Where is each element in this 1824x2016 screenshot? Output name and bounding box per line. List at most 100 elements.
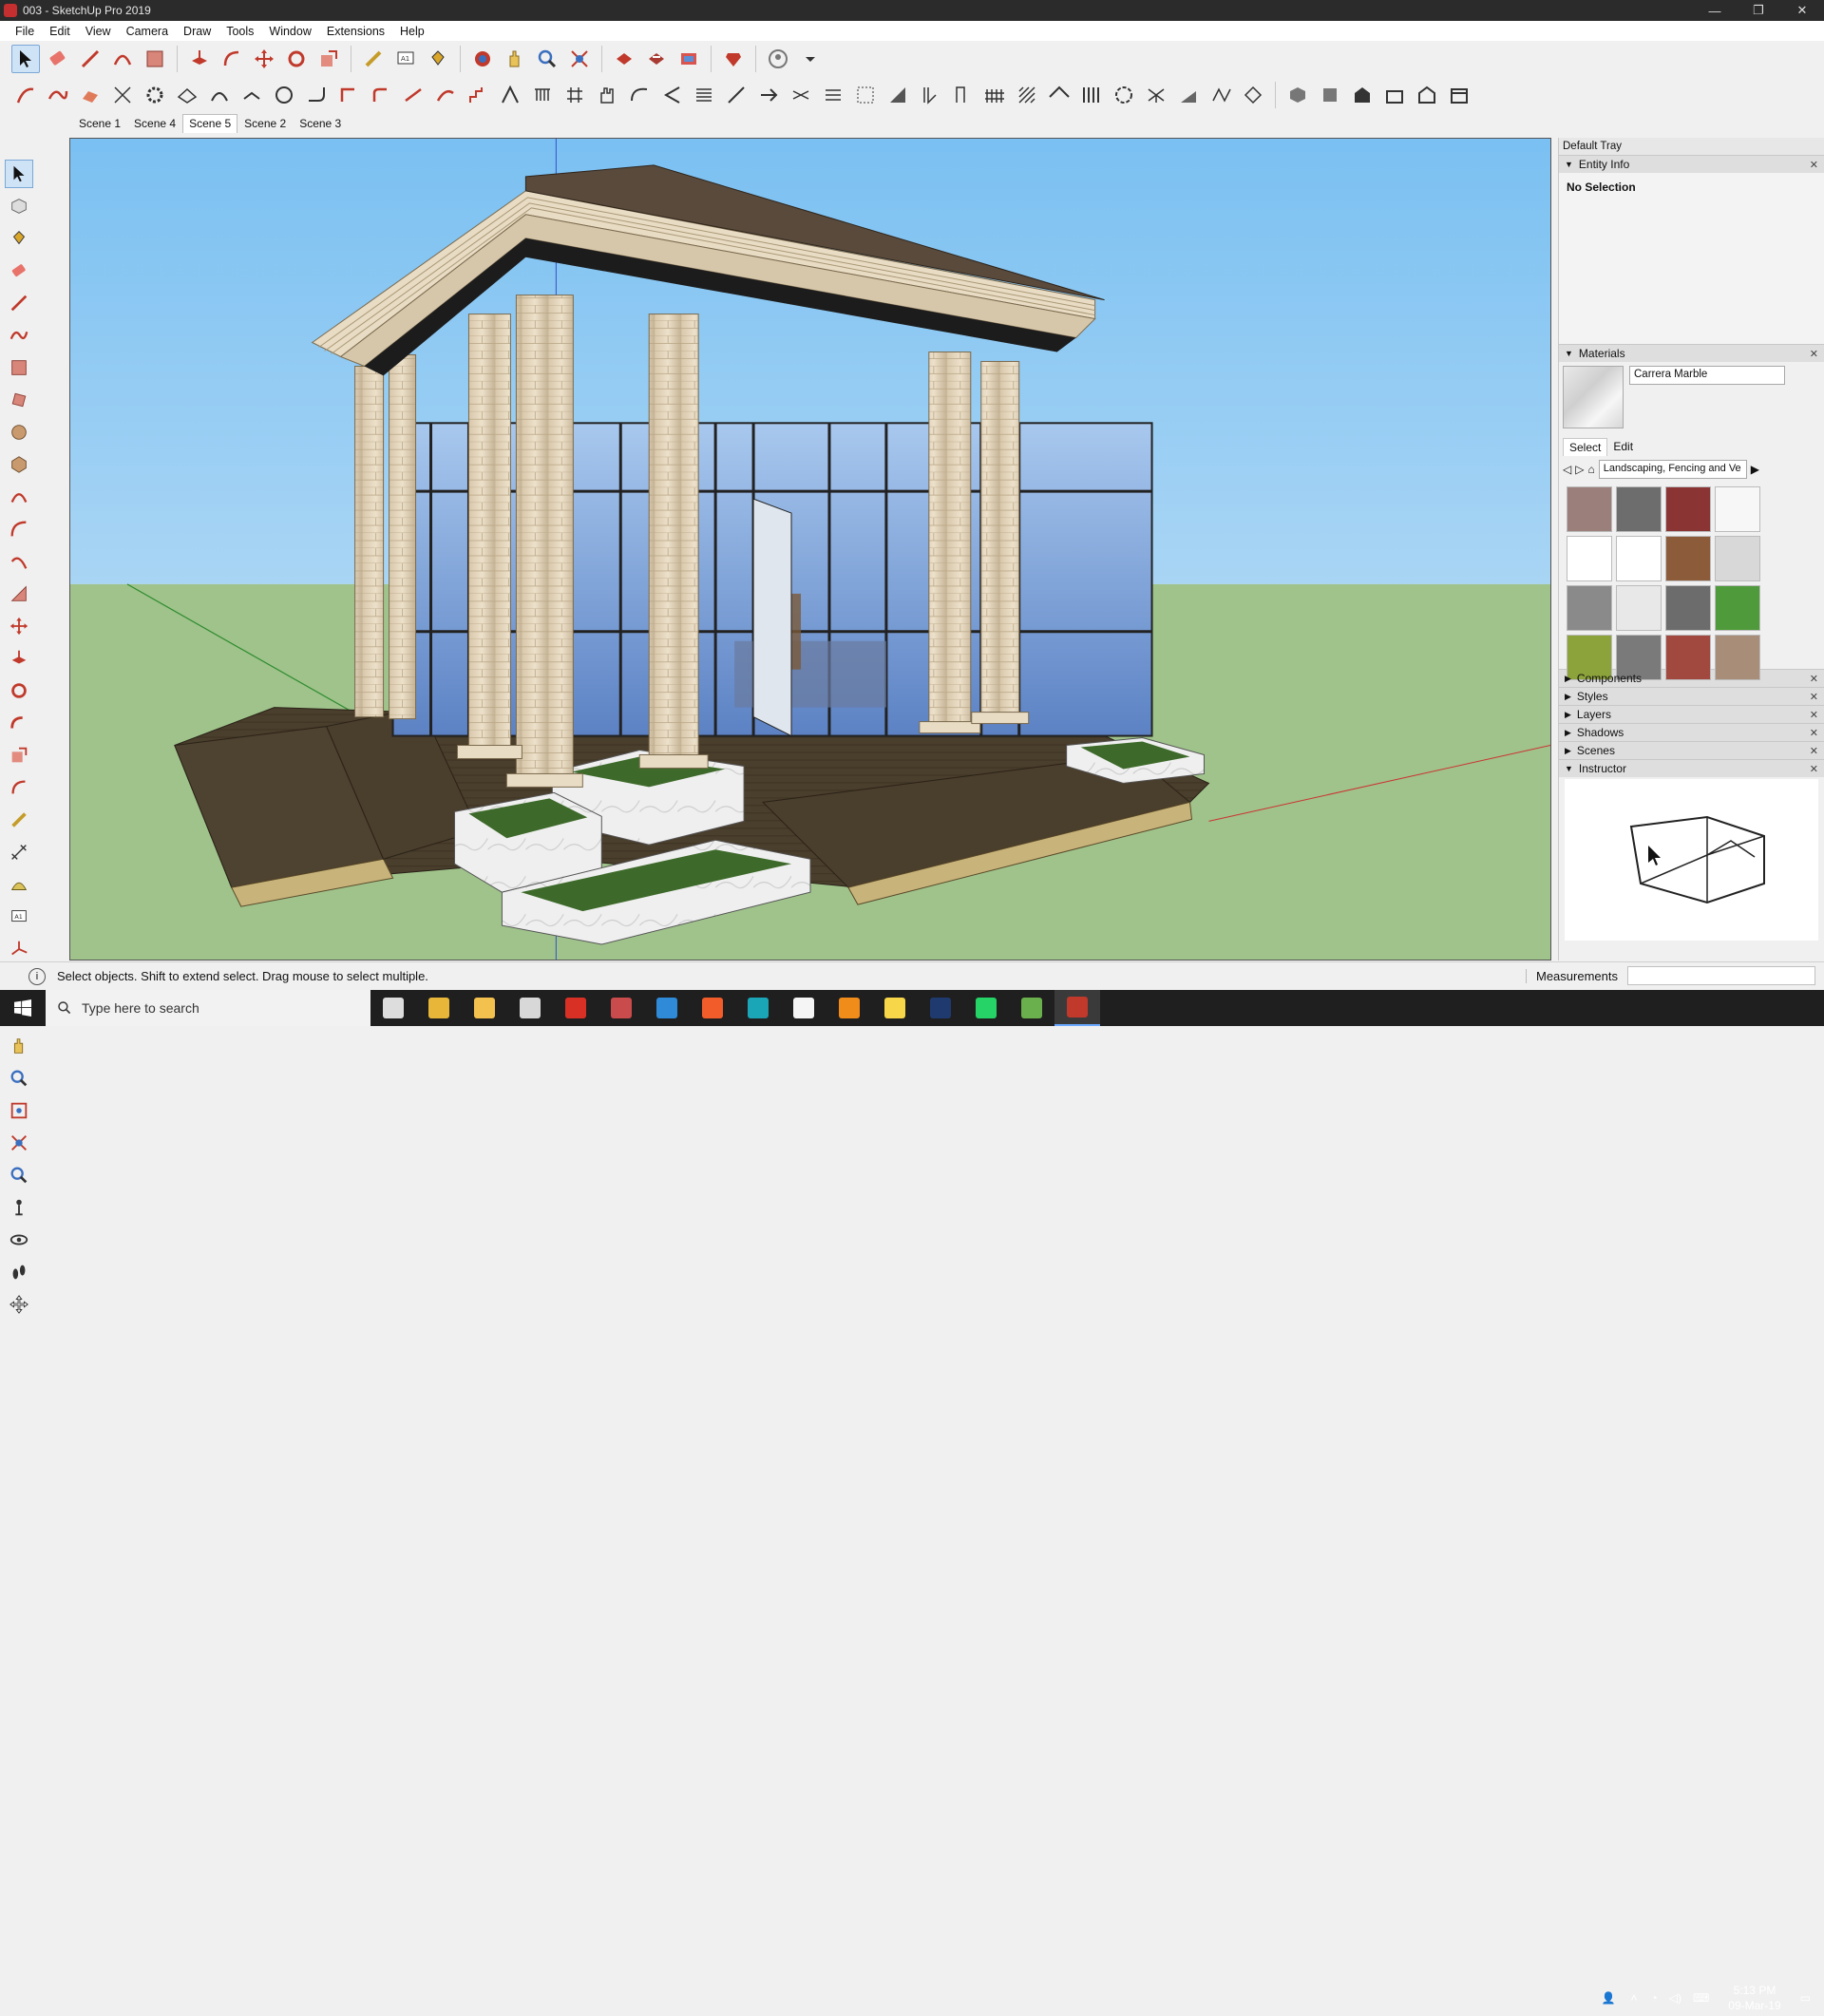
taskbar-app-photoshop[interactable]: [918, 990, 963, 1026]
hatch-icon[interactable]: [1013, 81, 1041, 109]
gear-icon[interactable]: [141, 81, 169, 109]
select-arrow-icon[interactable]: [5, 160, 33, 188]
panel-entity-info[interactable]: ▼ Entity Info ✕: [1559, 155, 1824, 173]
material-swatch[interactable]: [1665, 585, 1711, 631]
freehand-icon[interactable]: [5, 321, 33, 350]
layers-stack-icon[interactable]: [690, 81, 718, 109]
material-swatch[interactable]: [1567, 536, 1612, 581]
move-icon[interactable]: [5, 612, 33, 640]
hand-icon[interactable]: [593, 81, 621, 109]
close-icon[interactable]: ✕: [1810, 673, 1818, 685]
paint-bucket-icon[interactable]: [5, 224, 33, 253]
wifi-icon[interactable]: ◔: [1650, 1991, 1657, 2005]
tab-scene-1[interactable]: Scene 1: [72, 114, 127, 133]
taskbar-app-sticky-notes[interactable]: [872, 990, 918, 1026]
chamfer-icon[interactable]: [399, 81, 428, 109]
top-view-icon[interactable]: [1316, 81, 1344, 109]
menu-help[interactable]: Help: [392, 25, 432, 38]
push-pull-icon[interactable]: [5, 644, 33, 673]
minimize-button[interactable]: —: [1693, 0, 1737, 21]
zoom-window-icon[interactable]: [5, 1096, 33, 1125]
curve-tool-icon[interactable]: [44, 81, 72, 109]
select-tool-icon[interactable]: [11, 45, 40, 73]
left-view-icon[interactable]: [1445, 81, 1473, 109]
shape-tool-icon[interactable]: [141, 45, 169, 73]
back-view-icon[interactable]: [1413, 81, 1441, 109]
divide-icon[interactable]: [819, 81, 847, 109]
material-swatch[interactable]: [1715, 635, 1760, 680]
pipe-icon[interactable]: [302, 81, 331, 109]
close-icon[interactable]: ✕: [1810, 745, 1818, 757]
eraser-icon[interactable]: [5, 257, 33, 285]
zoom-extents-icon[interactable]: [5, 1129, 33, 1157]
push-pull-icon[interactable]: [185, 45, 214, 73]
door-icon[interactable]: [948, 81, 977, 109]
text-tool-icon[interactable]: A1: [391, 45, 420, 73]
scale-icon[interactable]: [5, 741, 33, 770]
paint-bucket-icon[interactable]: [424, 45, 452, 73]
taskbar-app-app-red-sphere[interactable]: [598, 990, 644, 1026]
taskbar-app-task-view[interactable]: [370, 990, 416, 1026]
taskbar-app-chrome[interactable]: [416, 990, 462, 1026]
move-icon[interactable]: [250, 45, 278, 73]
panel-instructor[interactable]: ▼ Instructor ✕: [1559, 759, 1824, 777]
stamp-icon[interactable]: [108, 81, 137, 109]
tab-scene-3[interactable]: Scene 3: [293, 114, 348, 133]
close-button[interactable]: ✕: [1780, 0, 1824, 21]
polygon-icon[interactable]: [5, 450, 33, 479]
notifications-icon[interactable]: ▭: [1800, 1991, 1811, 2005]
iso-view-icon[interactable]: [1283, 81, 1312, 109]
taskbar-app-brave[interactable]: [690, 990, 735, 1026]
text-tool-icon[interactable]: A1: [5, 903, 33, 931]
clock[interactable]: 5:13 PM 09-Mar-19: [1728, 1983, 1780, 2013]
circle-icon[interactable]: [5, 418, 33, 447]
tab-edit[interactable]: Edit: [1607, 438, 1639, 456]
material-swatch[interactable]: [1715, 536, 1760, 581]
position-camera-icon[interactable]: [5, 1193, 33, 1222]
radial-icon[interactable]: [1142, 81, 1170, 109]
component-icon[interactable]: [5, 192, 33, 220]
taskbar-app-calculator[interactable]: [507, 990, 553, 1026]
profile-icon[interactable]: [496, 81, 524, 109]
material-swatch[interactable]: [1616, 486, 1662, 532]
line-tool-icon[interactable]: [5, 289, 33, 317]
menu-file[interactable]: File: [8, 25, 42, 38]
pan-icon[interactable]: [501, 45, 529, 73]
menu-window[interactable]: Window: [261, 25, 318, 38]
back-arrow-icon[interactable]: ◁: [1563, 463, 1571, 476]
close-icon[interactable]: ✕: [1810, 691, 1818, 703]
menu-extensions[interactable]: Extensions: [319, 25, 392, 38]
panel-scenes[interactable]: ▶ Scenes ✕: [1559, 741, 1824, 759]
curve-offset-icon[interactable]: [431, 81, 460, 109]
tape-measure-icon[interactable]: [359, 45, 388, 73]
orbit-icon[interactable]: [468, 45, 497, 73]
navigate-icon[interactable]: [5, 1290, 33, 1319]
corner-icon[interactable]: [334, 81, 363, 109]
close-icon[interactable]: ✕: [1810, 727, 1818, 739]
ramp-icon[interactable]: [1174, 81, 1203, 109]
menu-camera[interactable]: Camera: [119, 25, 176, 38]
library-select[interactable]: Landscaping, Fencing and Ve: [1598, 460, 1747, 479]
rotate-icon[interactable]: [5, 676, 33, 705]
texture-icon[interactable]: [851, 81, 880, 109]
taskbar-app-acrobat[interactable]: [553, 990, 598, 1026]
two-point-arc-icon[interactable]: [5, 515, 33, 543]
stairs-icon[interactable]: [464, 81, 492, 109]
columns-icon[interactable]: [1077, 81, 1106, 109]
eraser-icon[interactable]: [44, 45, 72, 73]
fillet-icon[interactable]: [367, 81, 395, 109]
grid-tool-icon[interactable]: [560, 81, 589, 109]
account-icon[interactable]: [764, 45, 792, 73]
rectangle-icon[interactable]: [5, 353, 33, 382]
arrow-left-icon[interactable]: [657, 81, 686, 109]
taskbar-app-sketchup[interactable]: [1054, 990, 1100, 1026]
close-icon[interactable]: ✕: [1810, 763, 1818, 775]
sandbox-icon[interactable]: [76, 81, 104, 109]
model-viewport[interactable]: [69, 138, 1551, 960]
close-icon[interactable]: ✕: [1810, 709, 1818, 721]
menu-draw[interactable]: Draw: [176, 25, 218, 38]
panel-shadows[interactable]: ▶ Shadows ✕: [1559, 723, 1824, 741]
fence-icon[interactable]: [980, 81, 1009, 109]
follow-me-icon[interactable]: [5, 709, 33, 737]
material-swatch[interactable]: [1715, 585, 1760, 631]
